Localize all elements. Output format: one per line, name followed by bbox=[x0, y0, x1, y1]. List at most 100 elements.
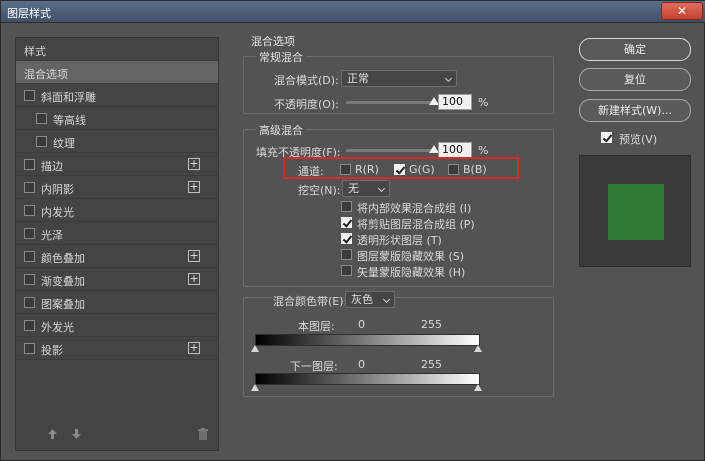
underlying-layer-gradient bbox=[255, 373, 480, 385]
style-item-checkbox[interactable] bbox=[24, 343, 35, 354]
reset-button[interactable]: 复位 bbox=[579, 68, 691, 91]
style-item-label: 内发光 bbox=[41, 206, 74, 219]
style-list-item[interactable]: 内阴影 + bbox=[16, 176, 218, 199]
style-item-label: 斜面和浮雕 bbox=[41, 91, 96, 104]
style-item-label: 图案叠加 bbox=[41, 298, 85, 311]
blend-if-label: 混合颜色带(E): bbox=[273, 295, 348, 308]
advanced-option-label: 图层蒙版隐藏效果 (S) bbox=[357, 250, 465, 263]
fill-opacity-input[interactable]: 100 bbox=[438, 142, 472, 158]
style-item-label: 光泽 bbox=[41, 229, 63, 242]
opacity-unit: % bbox=[478, 96, 489, 109]
underlying-layer-black-thumb[interactable] bbox=[251, 384, 259, 391]
this-layer-black-thumb[interactable] bbox=[251, 345, 259, 352]
style-list-item[interactable]: 颜色叠加 + bbox=[16, 245, 218, 268]
knockout-label: 挖空(N): bbox=[298, 184, 341, 197]
this-layer-gradient bbox=[255, 334, 480, 346]
style-item-label: 外发光 bbox=[41, 321, 74, 334]
ok-button[interactable]: 确定 bbox=[579, 38, 691, 61]
underlying-layer-min: 0 bbox=[358, 358, 365, 371]
style-item-checkbox[interactable] bbox=[24, 159, 35, 170]
style-item-checkbox[interactable] bbox=[24, 90, 35, 101]
title-bar: 图层样式 ✕ bbox=[1, 1, 705, 23]
advanced-option-label: 矢量蒙版隐藏效果 (H) bbox=[357, 266, 466, 279]
advanced-option-checkbox[interactable] bbox=[341, 249, 352, 260]
style-item-label: 描边 bbox=[41, 160, 63, 173]
underlying-layer-white-thumb[interactable] bbox=[474, 384, 482, 391]
new-style-button[interactable]: 新建样式(W)... bbox=[579, 99, 691, 122]
opacity-slider-track[interactable] bbox=[346, 101, 434, 104]
style-item-checkbox[interactable] bbox=[24, 251, 35, 262]
style-list-item[interactable]: 纹理 bbox=[16, 130, 218, 153]
style-item-checkbox[interactable] bbox=[24, 205, 35, 216]
window-title: 图层样式 bbox=[7, 7, 51, 20]
style-list-panel: 样式 混合选项 斜面和浮雕 等高线 纹理 描边 + 内阴影 + 内发光 光泽 颜色叠加 + 渐变叠加 + 图… bbox=[15, 37, 219, 451]
style-list-item[interactable]: 描边 + bbox=[16, 153, 218, 176]
add-effect-icon[interactable]: + bbox=[188, 181, 200, 193]
style-item-checkbox[interactable] bbox=[24, 320, 35, 331]
chevron-down-icon bbox=[382, 295, 391, 304]
advanced-blending-title: 高级混合 bbox=[256, 122, 306, 138]
style-list-item[interactable]: 光泽 bbox=[16, 222, 218, 245]
underlying-layer-max: 255 bbox=[421, 358, 442, 371]
arrow-down-icon[interactable] bbox=[72, 429, 81, 439]
general-blending-title: 常规混合 bbox=[256, 49, 306, 65]
style-item-label: 渐变叠加 bbox=[41, 275, 85, 288]
opacity-label: 不透明度(O): bbox=[274, 98, 339, 111]
underlying-layer-label: 下一图层: bbox=[290, 360, 338, 373]
style-list-header-label: 样式 bbox=[24, 45, 46, 58]
advanced-option-checkbox[interactable] bbox=[341, 217, 352, 228]
knockout-value: 无 bbox=[348, 182, 359, 195]
advanced-option-checkbox[interactable] bbox=[341, 265, 352, 276]
style-item-checkbox[interactable] bbox=[24, 274, 35, 285]
blend-options-title: 混合选项 bbox=[251, 35, 295, 48]
preview-label: 预览(V) bbox=[619, 133, 658, 146]
blend-mode-label: 混合模式(D): bbox=[274, 74, 339, 87]
add-effect-icon[interactable]: + bbox=[188, 342, 200, 354]
add-effect-icon[interactable]: + bbox=[188, 250, 200, 262]
preview-checkbox[interactable] bbox=[601, 132, 612, 143]
this-layer-label: 本图层: bbox=[298, 320, 335, 333]
style-list-item[interactable]: 斜面和浮雕 bbox=[16, 84, 218, 107]
style-list-item[interactable]: 混合选项 bbox=[16, 61, 218, 84]
add-effect-icon[interactable]: + bbox=[188, 158, 200, 170]
style-list-header[interactable]: 样式 bbox=[16, 38, 218, 61]
advanced-option-label: 将剪贴图层混合成组 (P) bbox=[357, 218, 475, 231]
style-list-item[interactable]: 内发光 bbox=[16, 199, 218, 222]
channels-highlight-box bbox=[283, 157, 519, 179]
blend-if-dropdown[interactable]: 灰色 bbox=[345, 291, 395, 308]
knockout-dropdown[interactable]: 无 bbox=[342, 180, 390, 197]
blend-mode-value: 正常 bbox=[347, 72, 369, 85]
opacity-input[interactable]: 100 bbox=[438, 94, 472, 110]
style-item-label: 等高线 bbox=[53, 114, 86, 127]
chevron-down-icon bbox=[444, 74, 453, 83]
this-layer-white-thumb[interactable] bbox=[474, 345, 482, 352]
close-button[interactable]: ✕ bbox=[661, 2, 703, 20]
style-item-label: 颜色叠加 bbox=[41, 252, 85, 265]
trash-icon[interactable] bbox=[198, 428, 208, 440]
style-list-item[interactable]: 渐变叠加 + bbox=[16, 268, 218, 291]
add-effect-icon[interactable]: + bbox=[188, 273, 200, 285]
blend-if-value: 灰色 bbox=[351, 293, 373, 306]
style-item-label: 投影 bbox=[41, 344, 63, 357]
blend-mode-dropdown[interactable]: 正常 bbox=[341, 70, 457, 87]
advanced-option-checkbox[interactable] bbox=[341, 233, 352, 244]
style-list-item[interactable]: 等高线 bbox=[16, 107, 218, 130]
style-item-checkbox[interactable] bbox=[24, 182, 35, 193]
style-list-item[interactable]: 图案叠加 bbox=[16, 291, 218, 314]
style-item-checkbox[interactable] bbox=[36, 136, 47, 147]
preview-box bbox=[579, 155, 691, 267]
style-list-item[interactable]: 外发光 bbox=[16, 314, 218, 337]
layer-style-dialog: 图层样式 ✕ 样式 混合选项 斜面和浮雕 等高线 纹理 描边 + 内阴影 + 内发光 光泽 颜色叠加… bbox=[0, 0, 705, 461]
style-item-checkbox[interactable] bbox=[36, 113, 47, 124]
arrow-up-icon[interactable] bbox=[48, 429, 57, 439]
advanced-option-checkbox[interactable] bbox=[341, 201, 352, 212]
style-list-item[interactable]: 投影 + bbox=[16, 337, 218, 360]
fill-opacity-slider-track[interactable] bbox=[346, 149, 434, 152]
chevron-down-icon bbox=[377, 184, 386, 193]
advanced-option-label: 将内部效果混合成组 (I) bbox=[357, 202, 472, 215]
style-item-label: 混合选项 bbox=[24, 68, 68, 81]
style-item-checkbox[interactable] bbox=[24, 228, 35, 239]
this-layer-max: 255 bbox=[421, 318, 442, 331]
style-item-checkbox[interactable] bbox=[24, 297, 35, 308]
style-item-label: 纹理 bbox=[53, 137, 75, 150]
